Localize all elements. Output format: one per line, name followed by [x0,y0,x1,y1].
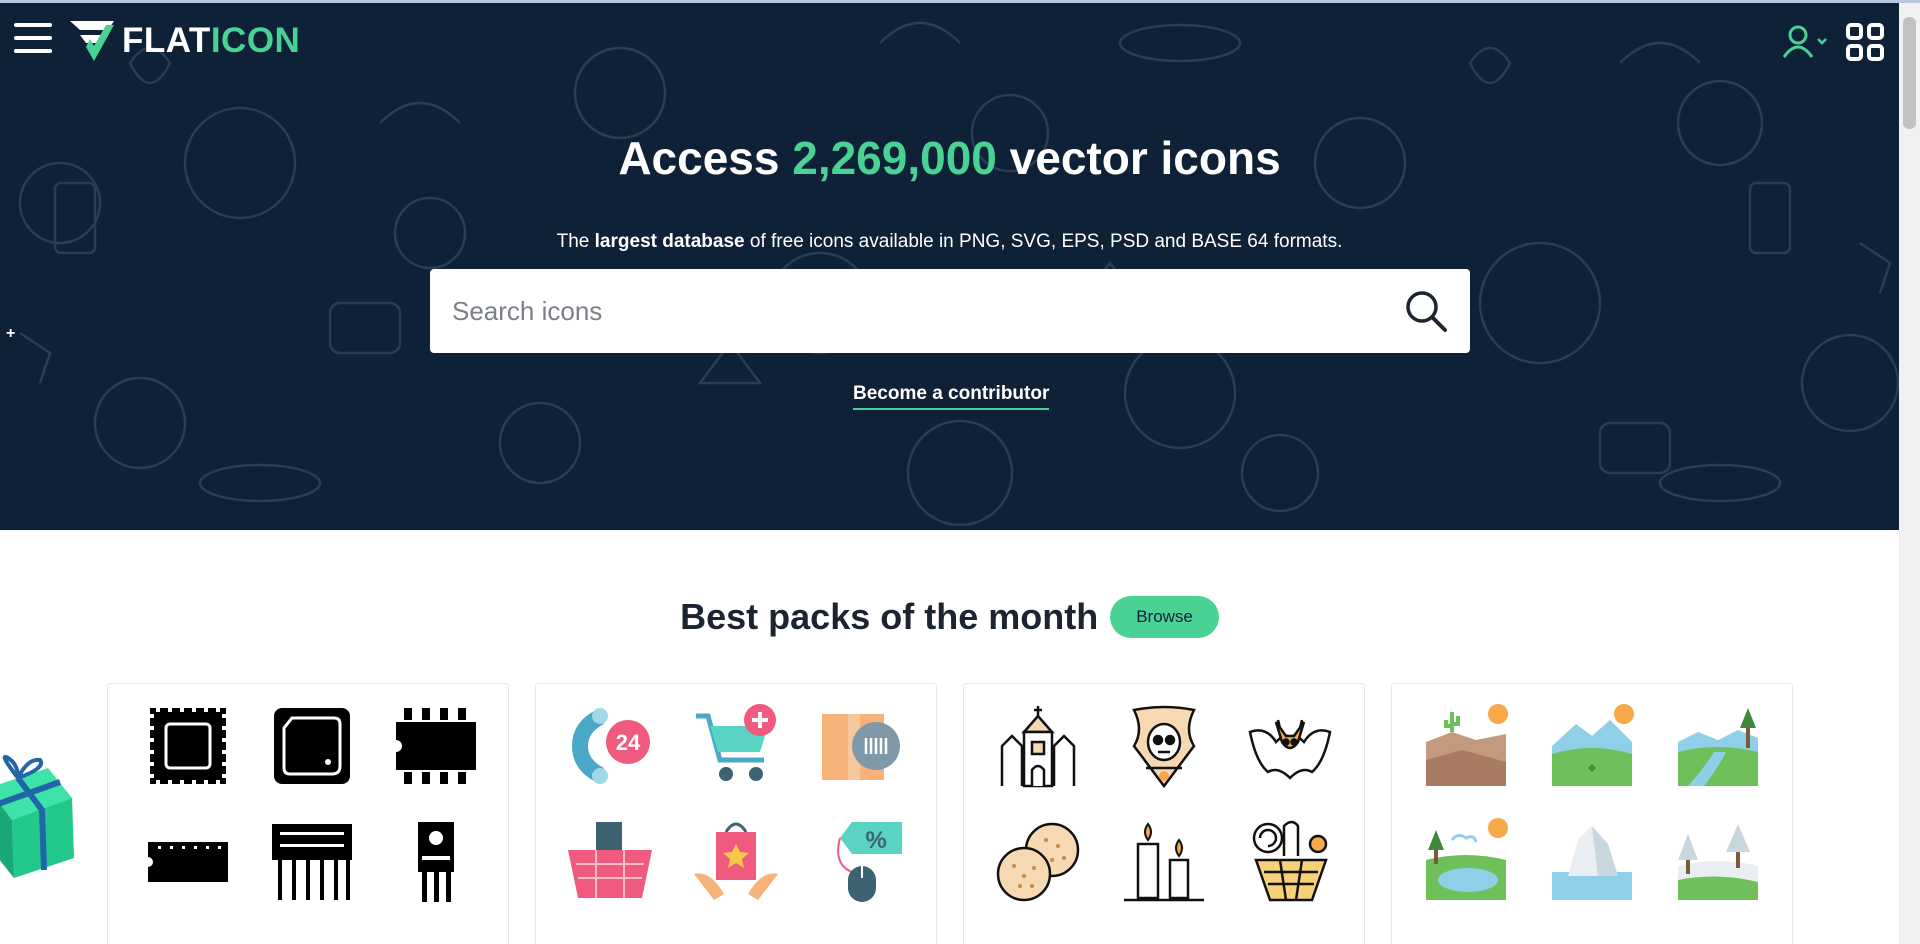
add-to-cart-icon [696,704,776,781]
plus-mark: + [6,325,16,342]
scrollbar-thumb[interactable] [1903,17,1916,129]
icon-count: 2,269,000 [792,132,997,184]
barcode-box-icon [822,714,900,780]
user-icon [1782,25,1827,58]
dip-chip-icon [392,708,476,784]
shopping-basket-icon [568,822,652,898]
user-account-button[interactable] [1780,23,1830,59]
hero-subline: The largest database of free icons avail… [556,231,1343,252]
logo-text: FLATICON [122,21,301,60]
cpu-chip-icon [274,708,350,784]
hero-headline: Access 2,269,000 vector icons [618,132,1281,184]
candy-basket-icon [1252,820,1328,902]
iceberg-icon [1552,826,1632,900]
pack-card-ecommerce[interactable]: 24 % [535,683,937,944]
top-navbar: FLATICON [0,3,1899,75]
cookies-icon [996,822,1080,902]
gift-bag-hands-icon [694,822,778,900]
snowy-forest-icon [1678,824,1758,900]
bat-icon [1248,719,1332,780]
voltage-regulator-icon [418,822,454,902]
become-contributor-link[interactable]: Become a contributor [853,383,1050,410]
flaticon-logo[interactable]: FLATICON [68,19,300,63]
hero-banner: FLATICON + Access 2,269,000 vector icons… [0,3,1899,530]
lake-landscape-icon [1426,818,1508,900]
svg-text:24: 24 [616,730,641,755]
mountain-landscape-icon [1552,704,1634,786]
mouse-discount-tag-icon: % [837,822,902,902]
haunted-house-icon [1000,706,1076,788]
candles-icon [1124,822,1204,902]
gift-box-icon[interactable] [0,748,78,878]
chip-square-icon [150,708,226,784]
dip-strip-icon [144,842,228,882]
section-title: Best packs of the month [680,596,1099,637]
river-valley-icon [1678,708,1758,786]
vertical-scrollbar[interactable] [1899,3,1920,944]
pack-card-landscapes[interactable] [1391,683,1793,944]
best-packs-header: Best packs of the month Browse [0,596,1899,638]
flaticon-logo-mark-icon [70,21,114,61]
desert-landscape-icon [1426,704,1508,786]
browse-button[interactable]: Browse [1110,596,1219,638]
search-bar [430,269,1470,353]
search-input[interactable] [430,269,1380,353]
flaticon-home-page: FLATICON + Access 2,269,000 vector icons… [0,0,1920,944]
phone-24h-icon: 24 [572,708,650,784]
grim-reaper-icon [1132,705,1196,789]
apps-grid-icon[interactable] [1846,23,1884,61]
svg-text:%: % [865,827,886,854]
doodle-pattern-background [18,21,1899,527]
search-icon[interactable] [1404,289,1448,333]
transistor-array-icon [272,824,352,900]
pack-card-electronics[interactable] [107,683,509,944]
hamburger-menu-icon[interactable] [14,23,52,53]
pack-card-halloween[interactable] [963,683,1365,944]
